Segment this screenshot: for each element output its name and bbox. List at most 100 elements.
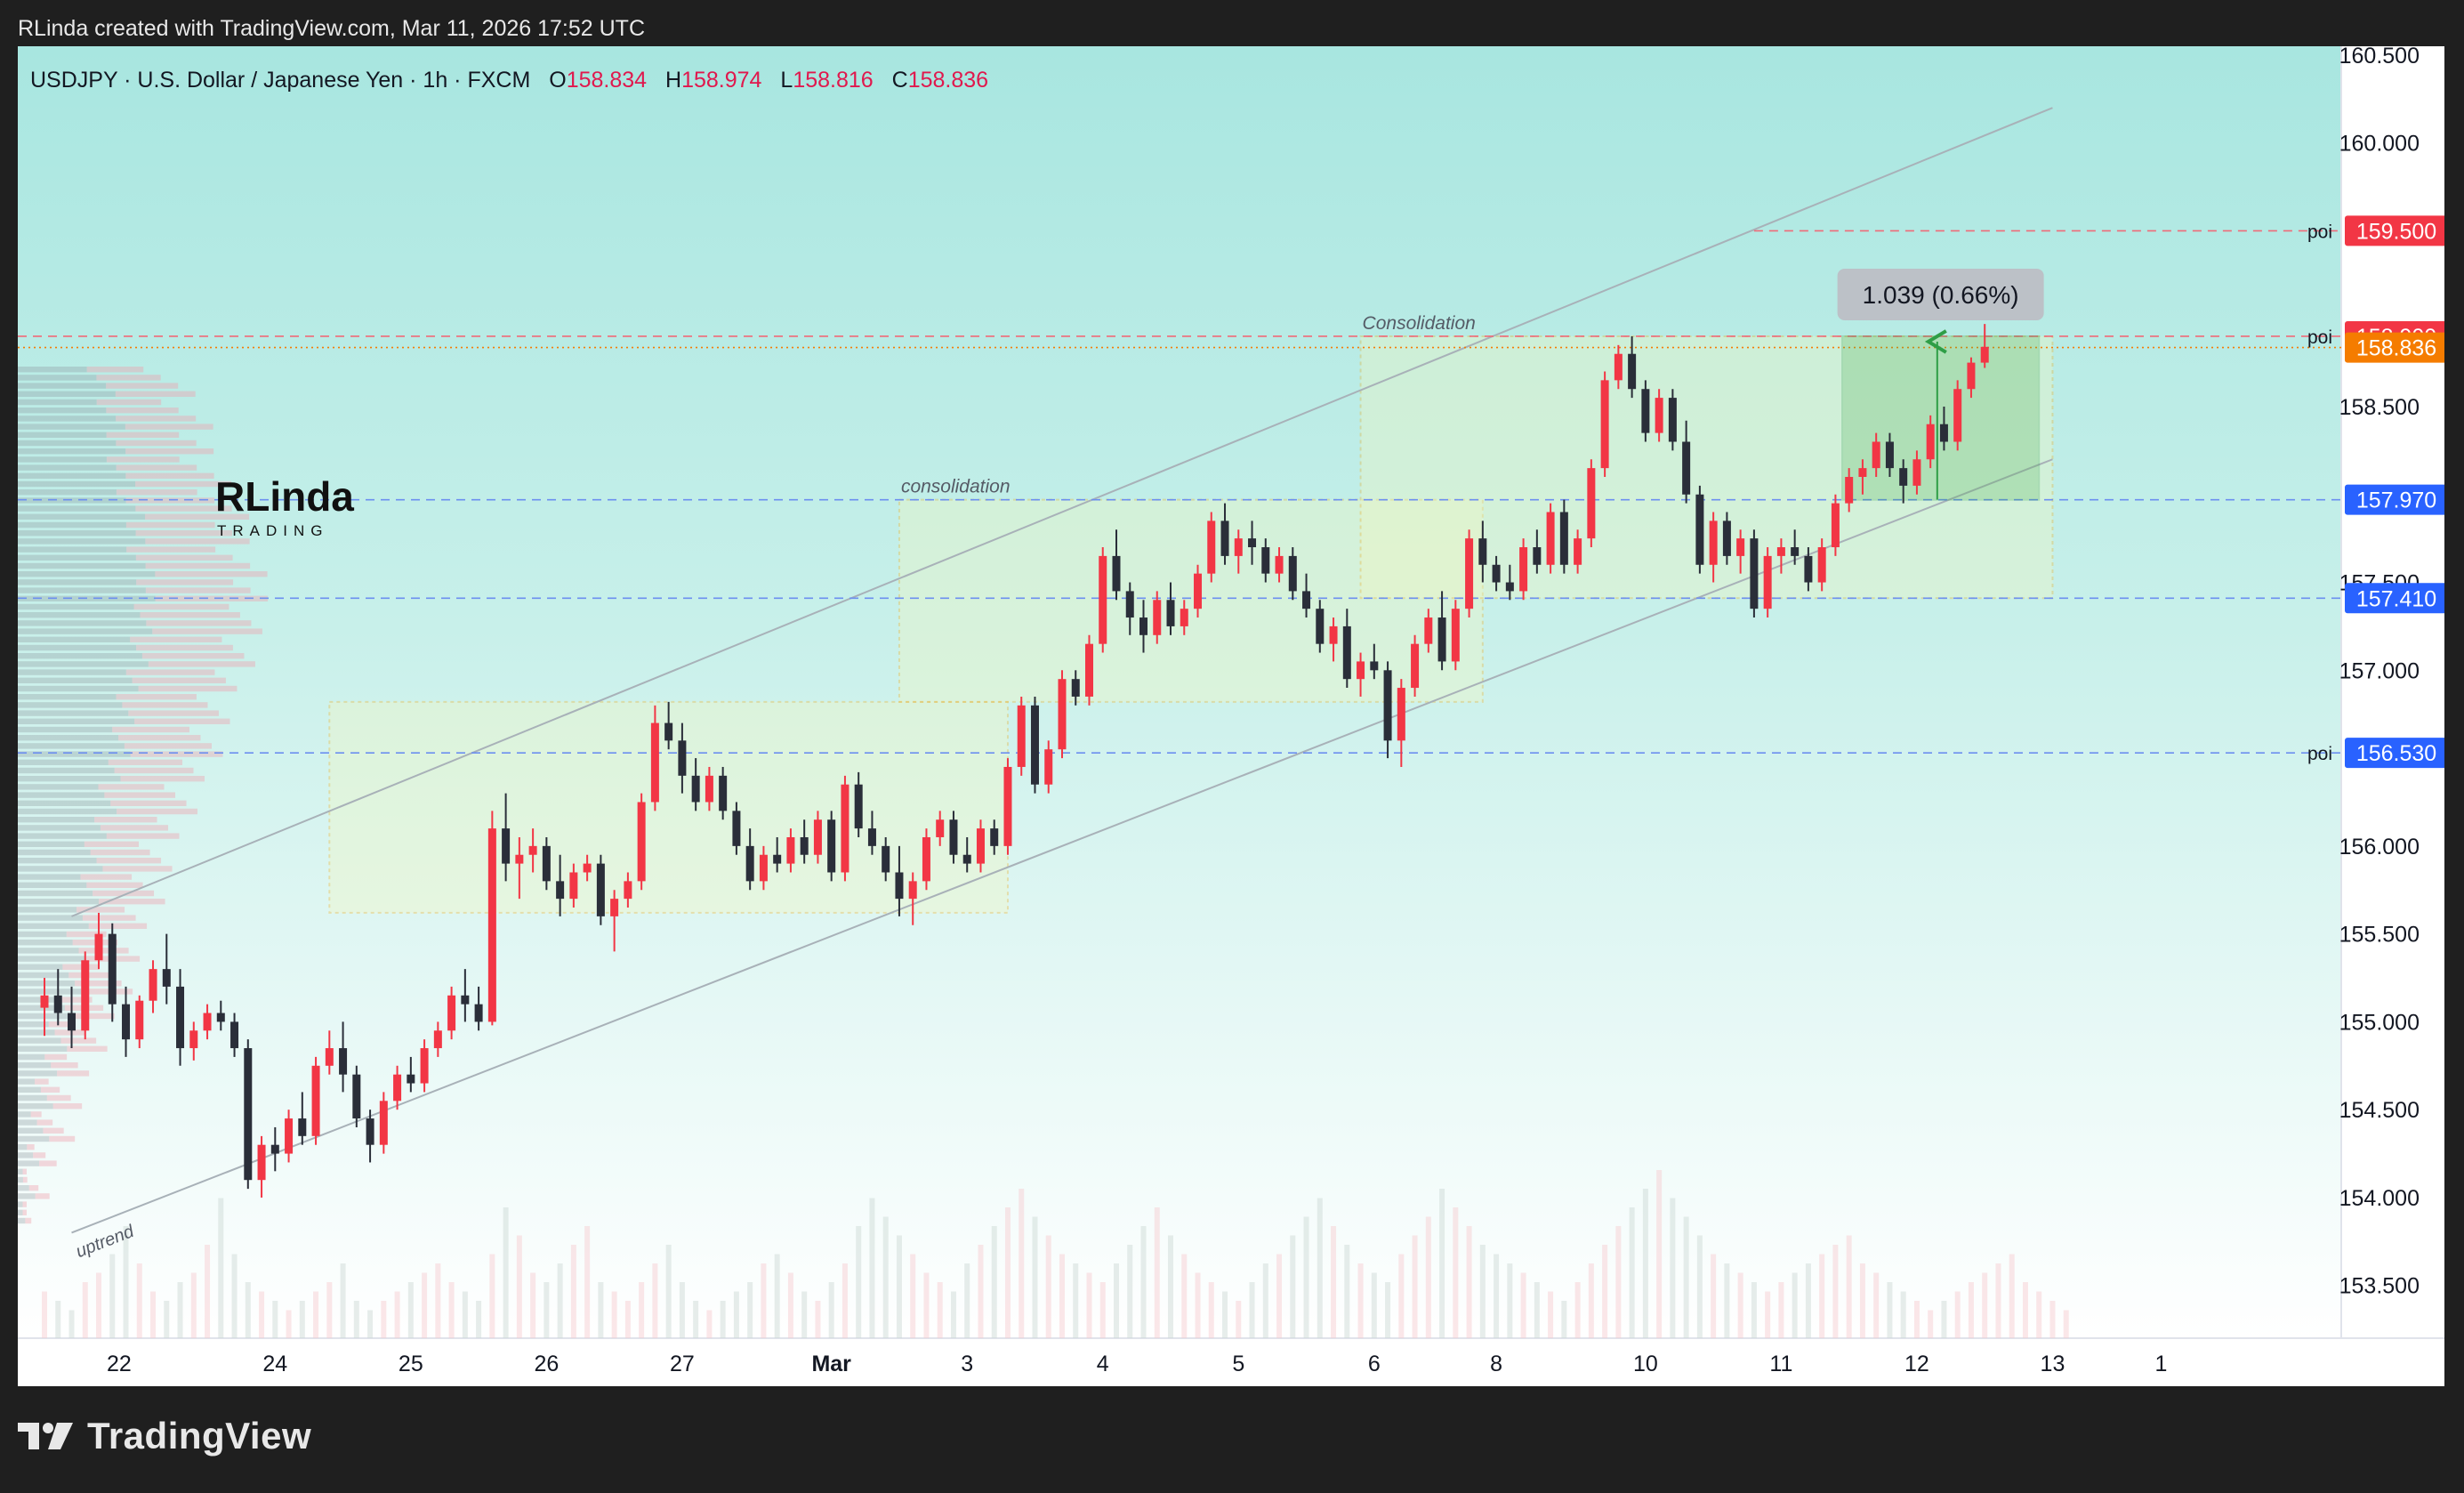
x-tick-label: 26 [534, 1352, 559, 1376]
profile-row-ask [116, 416, 197, 422]
volume-bar [1995, 1263, 2001, 1338]
volume-bar [394, 1291, 400, 1338]
volume-bar [882, 1216, 889, 1338]
volume-bar [1208, 1282, 1214, 1338]
profile-row-ask [116, 694, 197, 700]
volume-bar [787, 1272, 793, 1338]
profile-row-ask [22, 1209, 27, 1215]
candle-body [705, 775, 713, 803]
volume-bar [679, 1282, 685, 1338]
profile-row-ask [82, 915, 136, 921]
profile-row-ask [43, 1127, 64, 1134]
profile-row-ask [140, 612, 240, 618]
candle-body [1980, 346, 1989, 363]
candle-body [379, 1101, 388, 1145]
volume-bar [2022, 1282, 2028, 1338]
x-tick-label: 12 [1904, 1352, 1929, 1376]
profile-row-ask [90, 849, 150, 856]
profile-row-ask [125, 521, 215, 529]
candle-body [203, 1013, 212, 1031]
volume-bar [231, 1254, 238, 1338]
profile-row-bid [18, 538, 146, 545]
volume-bar [42, 1291, 47, 1338]
profile-row-bid [18, 1217, 26, 1224]
volume-bar [462, 1291, 468, 1338]
volume-bar [544, 1282, 550, 1338]
profile-row-ask [120, 776, 205, 782]
volume-bar [1520, 1272, 1526, 1338]
profile-row-ask [62, 964, 100, 970]
volume-bar [1114, 1263, 1119, 1338]
candle-body [1776, 547, 1785, 556]
volume-bar [489, 1254, 495, 1338]
candle-body [1166, 600, 1175, 626]
candle-body [1329, 625, 1338, 644]
candle-body [1641, 389, 1650, 433]
candle-body [1316, 609, 1325, 644]
volume-bar [2009, 1254, 2015, 1338]
volume-bar [570, 1245, 576, 1338]
x-tick-label: Mar [811, 1352, 851, 1376]
volume-bar [516, 1235, 522, 1338]
profile-row-bid [18, 948, 79, 954]
profile-row-bid [18, 383, 107, 389]
volume-bar [1249, 1282, 1255, 1338]
tradingview-brand[interactable]: TradingView [18, 1415, 311, 1457]
watermark-main: RLinda [215, 473, 354, 520]
volume-bar [1711, 1254, 1717, 1338]
price-chart[interactable]: consolidationConsolidation uptrend 1.039… [18, 46, 2444, 1386]
volume-bar [1140, 1226, 1147, 1338]
profile-row-bid [18, 726, 113, 733]
candle-body [1451, 609, 1460, 662]
watermark-sub: TRADING [217, 522, 329, 539]
profile-row-bid [18, 956, 85, 962]
profile-row-ask [145, 587, 251, 593]
volume-bar [1195, 1272, 1201, 1338]
candle-body [447, 995, 456, 1031]
symbol-legend[interactable]: USDJPY · U.S. Dollar / Japanese Yen · 1h… [30, 68, 988, 93]
profile-row-bid [18, 981, 76, 987]
candle-body [637, 802, 646, 882]
volume-bar [1751, 1282, 1757, 1338]
profile-row-bid [18, 661, 149, 667]
y-tick-label: 155.500 [2339, 923, 2420, 948]
profile-row-ask [145, 562, 251, 569]
candle-body [1058, 679, 1067, 750]
candle-body [1858, 468, 1867, 477]
profile-row-ask [152, 628, 262, 634]
y-tick-label: 158.500 [2339, 395, 2420, 420]
profile-row-ask [145, 538, 250, 545]
profile-row-ask [27, 1144, 35, 1150]
volume-bar [1913, 1301, 1920, 1338]
profile-row-bid [18, 620, 147, 626]
profile-row-ask [100, 825, 169, 831]
measure-tool[interactable]: 1.039 (0.66%) [1837, 268, 2044, 501]
volume-bar [2036, 1291, 2042, 1338]
profile-row-bid [18, 521, 126, 529]
volume-bar [1778, 1282, 1784, 1338]
candle-body [1926, 424, 1935, 460]
profile-row-bid [18, 759, 109, 765]
volume-bar [720, 1301, 726, 1338]
candle-body [1180, 609, 1188, 626]
profile-row-bid [18, 899, 100, 905]
candle-body [325, 1048, 334, 1066]
chart-frame[interactable]: consolidation Consolidation uptrend 1.039… [18, 46, 2444, 1386]
profile-row-ask [108, 759, 182, 765]
volume-bar [1168, 1235, 1174, 1338]
candle-body [1559, 512, 1568, 565]
candle-body [800, 836, 809, 855]
volume-bar [1425, 1216, 1431, 1338]
volume-bar [205, 1245, 211, 1338]
candle-body [773, 854, 782, 864]
volume-bar [1548, 1291, 1554, 1338]
x-tick-label: 24 [262, 1352, 287, 1376]
close-value: 158.836 [908, 68, 988, 93]
candle-body [1437, 617, 1446, 662]
profile-row-bid [18, 940, 73, 946]
candle-body [433, 1030, 442, 1049]
symbol-description[interactable]: USDJPY · U.S. Dollar / Japanese Yen · 1h… [30, 68, 530, 93]
y-tick-label: 154.500 [2339, 1098, 2420, 1123]
volume-bar [272, 1301, 278, 1338]
volume-bar [693, 1301, 699, 1338]
